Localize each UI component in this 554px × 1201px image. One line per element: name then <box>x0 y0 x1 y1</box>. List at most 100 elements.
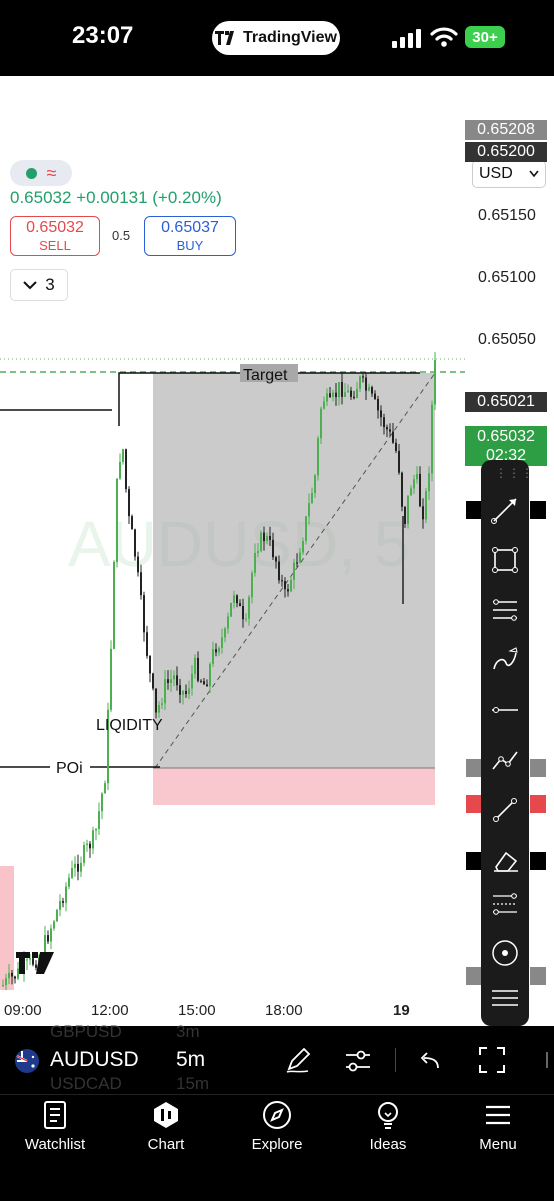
currency-value: USD <box>479 165 513 182</box>
candle-body <box>290 579 292 592</box>
candle-body <box>209 664 211 687</box>
candle-body <box>257 551 259 553</box>
candle-body <box>326 393 328 402</box>
candle-body <box>146 632 148 656</box>
indicator-count: 3 <box>45 275 55 294</box>
more-handle[interactable] <box>546 1052 548 1068</box>
candle-body <box>5 978 7 986</box>
candle-body <box>404 506 406 524</box>
battery-indicator: 30+ <box>465 26 505 48</box>
nav-explore[interactable]: Explore <box>222 1100 332 1153</box>
stop-loss-zone[interactable] <box>153 768 435 805</box>
candle-body <box>359 376 361 389</box>
price-tag-stub <box>530 501 546 519</box>
candle-body <box>131 516 133 530</box>
gann-tool[interactable] <box>481 885 529 925</box>
eraser-tool[interactable] <box>481 840 529 880</box>
candle-body <box>293 562 295 580</box>
candle-body <box>236 595 238 604</box>
interval-selector[interactable]: 5m <box>176 1048 205 1072</box>
candle-body <box>308 503 310 517</box>
fib-retracement-tool[interactable] <box>481 590 529 630</box>
chevron-down-icon <box>529 170 539 178</box>
wave-icon: ≈ <box>46 163 57 183</box>
poi-label: POi <box>56 760 83 777</box>
candle-body <box>311 493 313 504</box>
drawing-pen-icon[interactable] <box>284 1046 312 1074</box>
candle-body <box>263 532 265 542</box>
hamburger-icon <box>486 1105 510 1125</box>
candle-body <box>101 793 103 812</box>
symbol-name[interactable]: AUDUSD <box>50 1048 139 1072</box>
nav-menu[interactable]: Menu <box>443 1100 553 1153</box>
candle-body <box>203 681 205 685</box>
ray-tool[interactable] <box>481 790 529 830</box>
sell-button[interactable]: 0.65032 SELL <box>10 216 100 256</box>
spread-value: 0.5 <box>112 228 131 243</box>
drawing-toolbar[interactable]: ⋮⋮⋮ <box>481 460 533 1026</box>
candle-body <box>113 561 115 649</box>
candle-body <box>389 429 391 432</box>
path-tool[interactable] <box>481 740 529 780</box>
candle-body <box>329 393 331 398</box>
nav-watchlist[interactable]: Watchlist <box>0 1100 110 1153</box>
australia-flag-icon[interactable] <box>14 1048 40 1074</box>
indicators-settings-icon[interactable] <box>344 1048 372 1074</box>
candle-body <box>194 657 196 674</box>
symbol-bar: GBPUSD 3m USDCAD 15m AUDUSD 5m <box>0 1022 554 1094</box>
undo-icon[interactable] <box>418 1050 442 1072</box>
fullscreen-icon[interactable] <box>478 1046 506 1074</box>
candle-body <box>59 901 61 910</box>
candle-body <box>419 473 421 507</box>
drag-handle-icon[interactable]: ⋮⋮⋮ <box>495 466 534 480</box>
candle-body <box>299 552 301 563</box>
brush-tool[interactable] <box>481 640 529 680</box>
candle-body <box>110 648 112 710</box>
candle-body <box>143 595 145 633</box>
candle-body <box>215 649 217 653</box>
parallel-channel-tool[interactable] <box>481 978 529 1018</box>
candle-body <box>158 704 160 713</box>
nav-chart[interactable]: Chart <box>111 1100 221 1153</box>
trend-line-tool[interactable] <box>481 490 529 530</box>
status-bar: 23:07 TradingView 30+ <box>0 0 554 76</box>
eraser-icon <box>494 851 518 872</box>
trend-line-icon <box>491 498 517 524</box>
currency-select[interactable]: USD <box>472 160 546 188</box>
candle-body <box>50 928 52 942</box>
candle-body <box>239 603 241 607</box>
candle-body <box>341 382 343 397</box>
buy-button[interactable]: 0.65037 BUY <box>144 216 236 256</box>
chart-icon <box>154 1102 178 1128</box>
candle-body <box>29 958 31 960</box>
candle-body <box>371 387 373 394</box>
candle-body <box>80 862 82 872</box>
candle-body <box>272 539 274 558</box>
nav-ideas[interactable]: Ideas <box>333 1100 443 1153</box>
candle-body <box>365 377 367 391</box>
price-tag-stub <box>530 795 546 813</box>
candle-body <box>335 392 337 398</box>
circle-tool[interactable] <box>481 933 529 973</box>
candle-body <box>320 408 322 439</box>
circle-target-icon <box>492 940 518 966</box>
candle-body <box>356 388 358 399</box>
market-open-dot-icon <box>25 167 37 179</box>
target-label: Target <box>243 367 288 384</box>
candle-body <box>368 387 370 391</box>
candle-body <box>431 404 433 474</box>
indicators-toggle[interactable]: 3 <box>10 269 68 301</box>
price-tag-stub <box>466 795 482 813</box>
candle-body <box>197 657 199 681</box>
rectangle-tool[interactable] <box>481 540 529 580</box>
chart-area[interactable]: AUDUSD, 5 Target LIQIDITY POi 0.65150 0.… <box>0 76 554 1026</box>
candle-body <box>155 688 157 713</box>
candle-body <box>104 783 106 794</box>
candle-body <box>302 540 304 553</box>
candle-body <box>362 376 364 378</box>
market-status-pill[interactable]: ≈ <box>10 160 72 186</box>
horizontal-line-tool[interactable] <box>481 690 529 730</box>
behind-interval: 3m <box>176 1022 200 1041</box>
time-label: 12:00 <box>91 1002 129 1019</box>
wifi-icon <box>430 27 458 47</box>
